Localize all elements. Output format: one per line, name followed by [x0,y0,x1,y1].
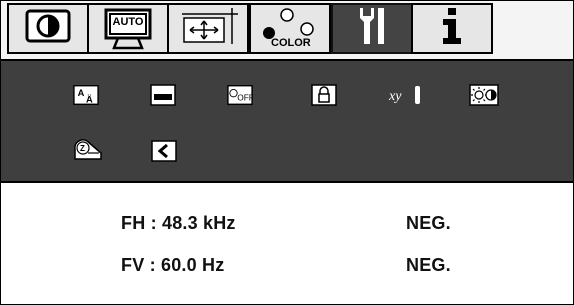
lock-icon[interactable] [311,84,337,106]
tab-bar: AUTO COLOR [1,1,573,59]
language-icon[interactable]: A Ä [73,85,99,105]
frequency-info: FH : 48.3 kHz NEG. FV : 60.0 Hz NEG. [1,183,573,304]
auto-monitor-icon: AUTO [102,8,154,50]
color-label: COLOR [271,36,311,49]
osd-window: AUTO COLOR A Ä OFF xy Z FH: 48.3 kHz NE… [0,0,574,305]
osd-off-timer-icon[interactable]: OFF [227,85,253,105]
tab-color[interactable]: COLOR [249,3,331,54]
tab-auto[interactable]: AUTO [87,3,169,54]
tab-tools[interactable] [331,3,413,54]
svg-text:xy: xy [388,89,402,104]
information-icon [434,6,470,51]
svg-text:Z: Z [80,144,85,153]
tab-size-position[interactable] [167,3,249,54]
sleep-icon[interactable]: Z [73,139,103,160]
osd-position-icon[interactable] [150,84,176,106]
horizontal-polarity: NEG. [406,213,451,233]
size-position-icon [176,6,240,51]
vertical-frequency: FV : 60.0 Hz [121,255,225,275]
contrast-icon [25,9,71,48]
tools-icon [352,6,392,51]
tab-contrast[interactable] [7,3,89,54]
svg-text:OFF: OFF [237,93,253,103]
color-dots-icon: COLOR [257,7,323,51]
svg-text:A: A [78,88,85,98]
vertical-polarity: NEG. [406,255,451,275]
horizontal-frequency: FH : 48.3 kHz [121,213,236,233]
brightness-contrast-icon[interactable] [469,84,499,106]
xy-indicator-icon[interactable]: xy [387,85,427,105]
tab-information[interactable] [411,3,493,54]
auto-label: AUTO [112,15,144,28]
svg-text:Ä: Ä [86,94,93,104]
reset-icon[interactable] [151,140,177,162]
tools-submenu-panel: A Ä OFF xy Z [1,59,573,183]
